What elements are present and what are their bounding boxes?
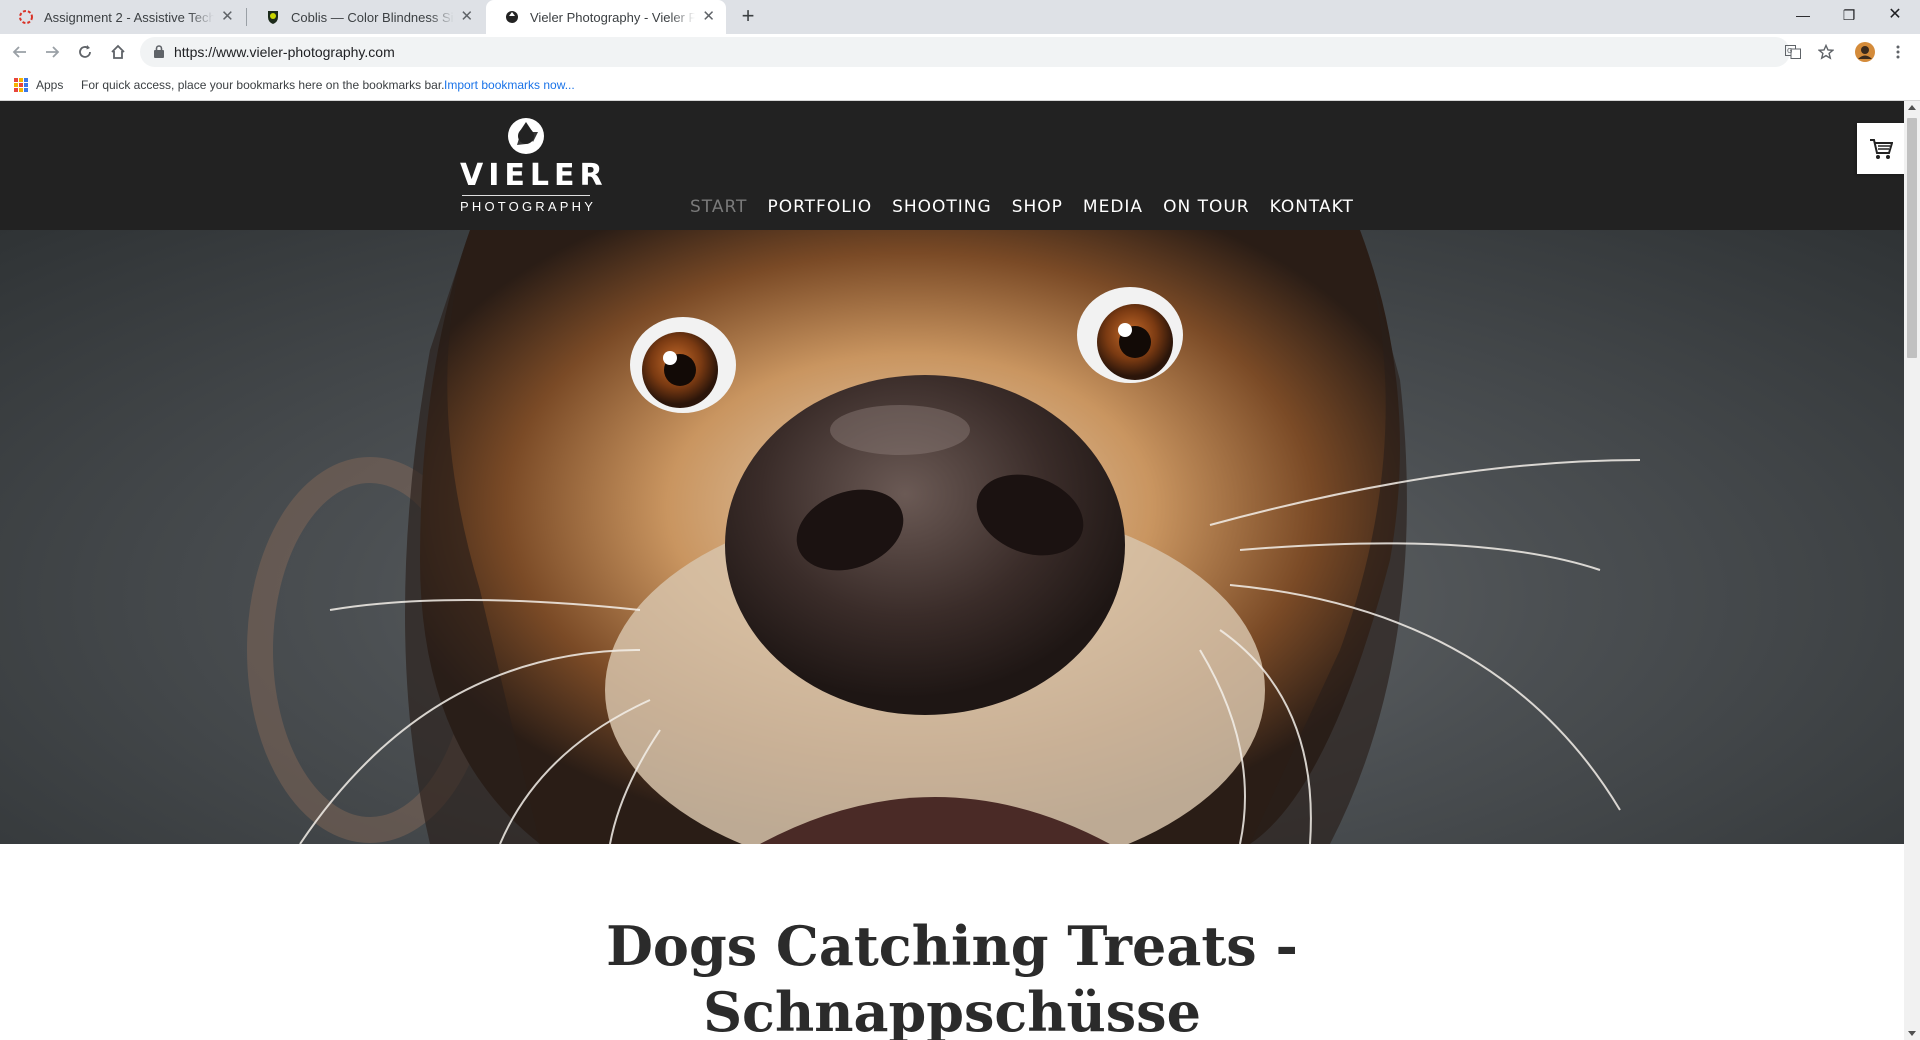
profile-avatar[interactable]: [1853, 40, 1877, 64]
main-navigation: START PORTFOLIO SHOOTING SHOP MEDIA ON T…: [690, 197, 1374, 217]
bookmarks-bar: Apps For quick access, place your bookma…: [0, 70, 1920, 101]
apps-label: Apps: [36, 78, 64, 92]
menu-button[interactable]: [1886, 40, 1910, 64]
minimize-icon[interactable]: —: [1780, 0, 1826, 30]
nav-start[interactable]: START: [690, 197, 747, 217]
window-close-icon[interactable]: ✕: [1872, 0, 1918, 30]
page-viewport: VIELER PHOTOGRAPHY START PORTFOLIO SHOOT…: [0, 101, 1904, 1040]
tab-vieler[interactable]: Vieler Photography - Vieler Photography …: [486, 0, 726, 34]
nav-media[interactable]: MEDIA: [1083, 197, 1143, 217]
shopping-cart-icon: [1869, 138, 1893, 159]
arrow-left-icon: [12, 46, 26, 58]
logo-wordmark: VIELER: [460, 158, 608, 193]
tab-coblis[interactable]: Coblis — Color Blindness Simulator ✕: [247, 0, 484, 34]
url-text[interactable]: https://www.vieler-photography.com: [174, 37, 395, 67]
nav-shooting[interactable]: SHOOTING: [892, 197, 992, 217]
import-bookmarks-link[interactable]: Import bookmarks now...: [444, 78, 575, 92]
nav-portfolio[interactable]: PORTFOLIO: [767, 197, 872, 217]
restore-icon[interactable]: ❐: [1826, 0, 1872, 30]
lock-icon[interactable]: [154, 45, 164, 63]
site-logo[interactable]: VIELER PHOTOGRAPHY: [460, 117, 608, 214]
dog-photo: [247, 230, 1641, 844]
kebab-menu-icon: [1896, 45, 1900, 59]
back-button[interactable]: [8, 40, 32, 64]
nav-on-tour[interactable]: ON TOUR: [1163, 197, 1250, 217]
browser-toolbar: https://www.vieler-photography.com G: [0, 34, 1920, 70]
tab-title: Assignment 2 - Assistive Technology: [44, 9, 214, 25]
scroll-up-icon[interactable]: [1908, 105, 1916, 110]
reload-icon: [79, 45, 91, 58]
close-icon[interactable]: ✕: [460, 9, 474, 25]
reload-button[interactable]: [73, 40, 97, 64]
cart-button[interactable]: [1857, 123, 1904, 174]
page-title: Dogs Catching Treats - Schnappschüsse: [0, 913, 1904, 1040]
new-tab-button[interactable]: +: [736, 5, 760, 29]
page-title-line-1: Dogs Catching Treats -: [606, 914, 1298, 978]
site-header: VIELER PHOTOGRAPHY START PORTFOLIO SHOOT…: [0, 101, 1904, 230]
star-icon: [1818, 44, 1834, 60]
nav-shop[interactable]: SHOP: [1012, 197, 1063, 217]
tab-strip: Assignment 2 - Assistive Technology ✕ Co…: [0, 0, 1920, 34]
avatar-icon: [1855, 42, 1875, 62]
logo-subtitle: PHOTOGRAPHY: [460, 199, 597, 214]
home-button[interactable]: [106, 40, 130, 64]
address-bar[interactable]: https://www.vieler-photography.com G: [140, 37, 1801, 67]
red-ring-icon: [18, 9, 34, 25]
home-icon: [111, 44, 125, 59]
arrow-right-icon: [46, 46, 60, 58]
scrollbar-thumb[interactable]: [1907, 118, 1917, 358]
tab-assignment[interactable]: Assignment 2 - Assistive Technology ✕: [0, 0, 245, 34]
bookmarks-hint: For quick access, place your bookmarks h…: [81, 78, 445, 92]
apps-grid-icon: [14, 78, 28, 92]
tab-title: Coblis — Color Blindness Simulator: [291, 9, 454, 25]
close-icon[interactable]: ✕: [701, 9, 716, 25]
page-title-line-2: Schnappschüsse: [703, 980, 1201, 1040]
aperture-logo-icon: [507, 117, 545, 155]
close-icon[interactable]: ✕: [220, 9, 235, 25]
apps-shortcut[interactable]: Apps: [14, 78, 63, 92]
logo-divider: [462, 195, 590, 196]
forward-button[interactable]: [40, 40, 64, 64]
hero-image: [0, 230, 1904, 844]
translate-icon[interactable]: G: [1785, 45, 1801, 64]
svg-text:G: G: [1787, 47, 1792, 55]
aperture-icon: [504, 9, 520, 25]
nav-kontakt[interactable]: KONTAKT: [1270, 197, 1354, 217]
bookmark-star-button[interactable]: [1814, 40, 1838, 64]
tab-title: Vieler Photography - Vieler Photography: [530, 9, 696, 25]
page-scrollbar[interactable]: [1904, 101, 1920, 1040]
coblis-icon: [265, 9, 281, 25]
scroll-down-icon[interactable]: [1908, 1031, 1916, 1036]
